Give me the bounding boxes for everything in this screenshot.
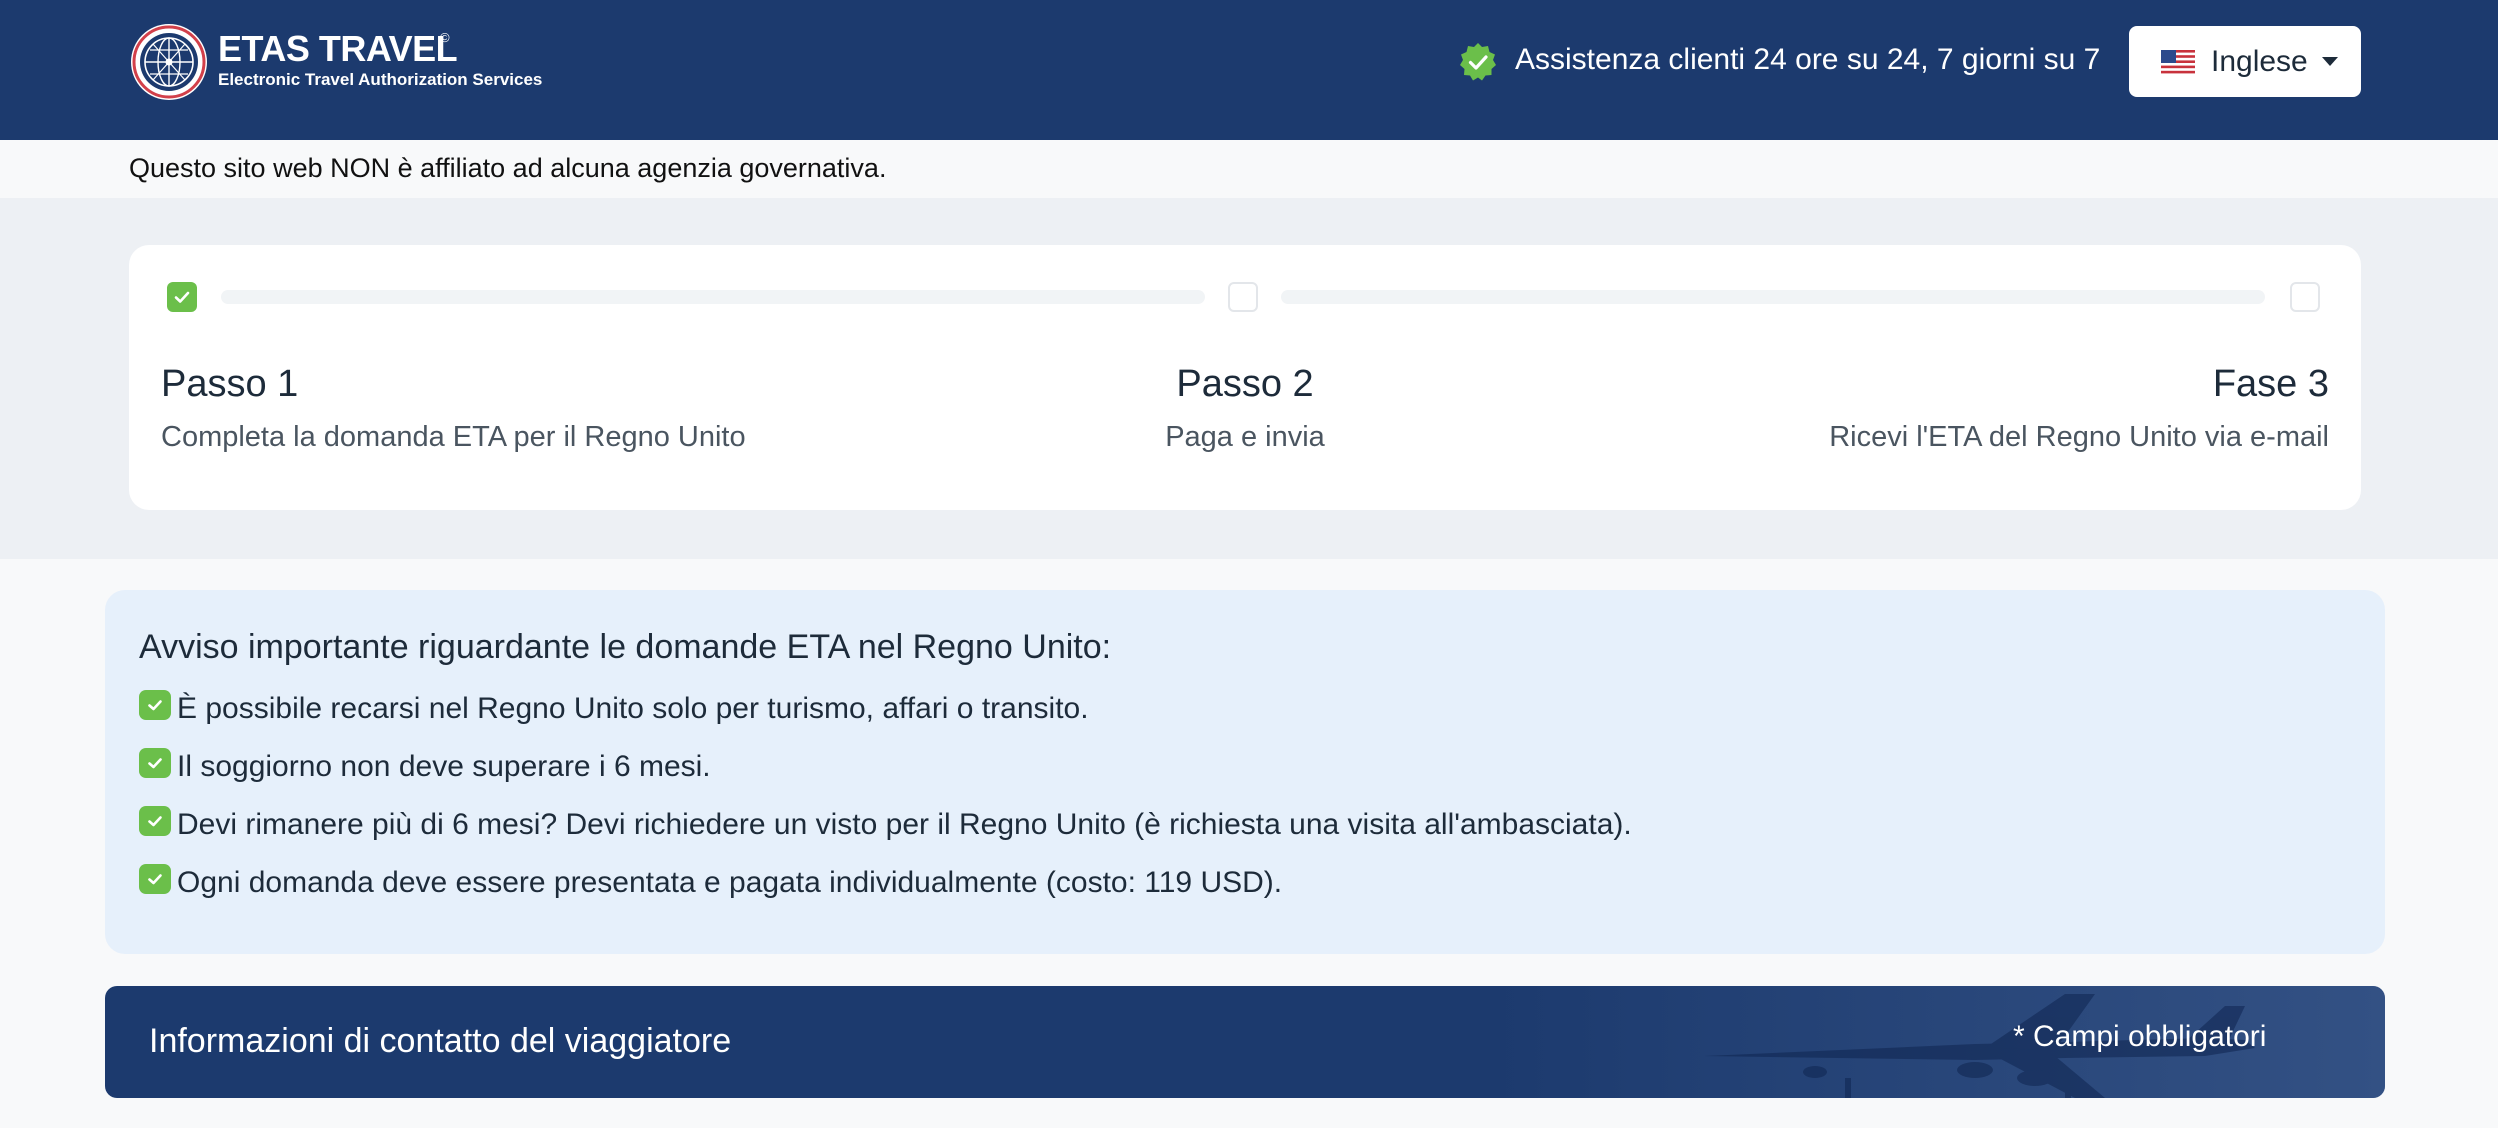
brand-tagline: Electronic Travel Authorization Services [218, 70, 543, 89]
notice-title: Avviso importante riguardante le domande… [139, 628, 1112, 666]
disclaimer-text: Questo sito web NON è affiliato ad alcun… [129, 153, 887, 183]
notice-item: Ogni domanda deve essere presentata e pa… [139, 863, 1282, 903]
notice-item-text: È possibile recarsi nel Regno Unito solo… [177, 692, 1089, 725]
step-3-description: Ricevi l'ETA del Regno Unito via e-mail [1829, 421, 2329, 453]
important-notice: Avviso importante riguardante le domande… [105, 590, 2385, 954]
progress-steps-card: Passo 1 Completa la domanda ETA per il R… [129, 245, 2361, 510]
verified-badge-icon [1460, 43, 1496, 81]
us-flag-icon [2161, 49, 2195, 74]
notice-item: Il soggiorno non deve superare i 6 mesi. [139, 747, 711, 787]
required-fields-note: * Campi obbligatori [2013, 1020, 2267, 1053]
caret-down-icon [2321, 57, 2338, 66]
globe-logo-icon[interactable] [129, 22, 209, 102]
contact-section-title: Informazioni di contatto del viaggiatore [149, 1022, 732, 1060]
check-icon [139, 690, 171, 720]
notice-item: Devi rimanere più di 6 mesi? Devi richie… [139, 805, 1632, 845]
notice-item-text: Il soggiorno non deve superare i 6 mesi. [177, 750, 711, 783]
notice-item: È possibile recarsi nel Regno Unito solo… [139, 689, 1089, 729]
check-icon [139, 864, 171, 894]
step-3-title: Fase 3 [2212, 363, 2329, 405]
brand-name[interactable]: ETAS TRAVEL [218, 28, 458, 70]
check-icon [139, 806, 171, 836]
progress-track-1 [221, 290, 1205, 304]
notice-item-text: Devi rimanere più di 6 mesi? Devi richie… [177, 808, 1632, 841]
step-1-check-icon [167, 282, 197, 312]
site-header: ETAS TRAVEL © Electronic Travel Authoriz… [0, 0, 2498, 140]
check-icon [139, 748, 171, 778]
support-text: Assistenza clienti 24 ore su 24, 7 giorn… [1515, 43, 2101, 76]
language-dropdown[interactable]: Inglese [2129, 26, 2361, 97]
step-2-title: Passo 2 [1176, 363, 1314, 405]
step-3-checkbox [2290, 282, 2320, 312]
step-2-checkbox [1228, 282, 1258, 312]
language-label: Inglese [2211, 44, 2308, 78]
progress-track-2 [1281, 290, 2265, 304]
notice-item-text: Ogni domanda deve essere presentata e pa… [177, 866, 1283, 899]
registered-mark: © [440, 30, 450, 45]
contact-section-header: Informazioni di contatto del viaggiatore… [105, 986, 2385, 1098]
